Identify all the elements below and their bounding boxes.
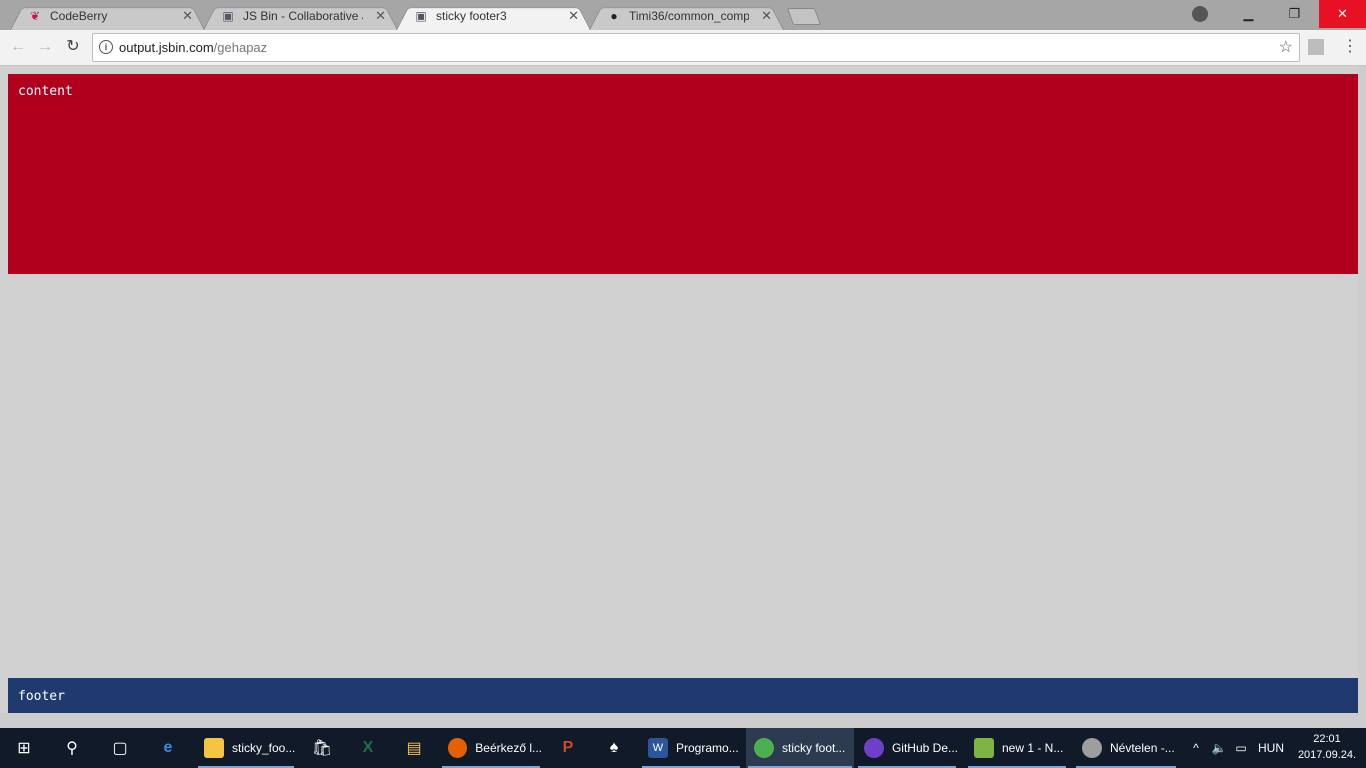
windows-taskbar: ⊞ ⚲ ▢ e sticky_foo... 🛍 X ▤ Beérkező l..… [0,728,1366,768]
task-view-button[interactable]: ▢ [98,728,142,768]
firefox-icon [448,738,468,758]
folder-icon [204,738,224,758]
footer-text: footer [18,689,65,704]
store-button[interactable]: 🛍 [300,728,344,768]
cards-icon: ♠ [609,739,619,756]
url-host: output.jsbin.com [119,40,214,55]
excel-icon: X [362,739,374,756]
extension-icon[interactable] [1308,39,1324,55]
chrome-icon [754,738,774,758]
kebab-menu-icon[interactable]: ⋮ [1342,38,1358,56]
close-icon: ✕ [1337,6,1348,21]
search-button[interactable]: ⚲ [50,728,94,768]
restore-button[interactable]: ❐ [1272,0,1317,28]
windows-logo-icon: ⊞ [17,740,31,757]
taskbar-app-github-desktop[interactable]: GitHub De... [856,728,958,768]
volume-icon[interactable]: 🔈 [1208,741,1230,755]
edge-button[interactable]: e [146,728,190,768]
start-button[interactable]: ⊞ [2,728,46,768]
clock-time: 22:01 [1313,733,1341,745]
powerpoint-icon: P [562,739,574,756]
info-icon[interactable]: i [99,40,113,54]
address-bar[interactable]: i output.jsbin.com/gehapaz ☆ [92,33,1300,62]
jsbin-icon: ▣ [415,9,427,23]
taskbar-app-word[interactable]: W Programo... [640,728,742,768]
chevron-up-icon[interactable]: ^ [1188,741,1204,755]
taskbar-app-label: Névtelen -... [1110,741,1175,755]
github-icon: ● [610,9,618,23]
taskbar-app-firefox[interactable]: Beérkező l... [440,728,542,768]
clock-date: 2017.09.24. [1297,749,1357,761]
system-tray: ^ 🔈 ▭ HUN [1188,728,1284,768]
vertical-scrollbar[interactable] [1358,66,1366,728]
content-block: content [8,74,1358,274]
url-path: /gehapaz [213,40,268,55]
taskbar-app-label: Beérkező l... [475,741,542,755]
clock[interactable]: 22:01 2017.09.24. [1296,731,1358,763]
tab-title: sticky footer3 [436,9,507,23]
store-icon: 🛍 [311,740,333,757]
close-tab-icon[interactable]: ✕ [375,8,386,24]
edge-icon: e [163,739,173,756]
address-url: output.jsbin.com/gehapaz [119,40,267,55]
minimize-button[interactable]: ▁ [1226,0,1271,28]
notepadpp-icon [974,738,994,758]
solitaire-button[interactable]: ♠ [592,728,636,768]
content-text: content [18,84,73,99]
task-view-icon: ▢ [112,740,128,757]
reload-icon[interactable]: ↻ [64,38,82,56]
taskbar-app-notepadpp[interactable]: new 1 - N... [966,728,1068,768]
taskbar-app-label: new 1 - N... [1002,741,1064,755]
close-tab-icon[interactable]: ✕ [761,8,772,24]
taskbar-app-label: sticky_foo... [232,741,296,755]
back-arrow-icon[interactable]: ← [9,38,27,56]
minimize-icon: ▁ [1243,6,1254,21]
horizontal-scrollbar[interactable] [0,713,1366,728]
restore-icon: ❐ [1288,6,1301,21]
browser-toolbar: ← → ↻ i output.jsbin.com/gehapaz ☆ ⋮ [0,30,1366,66]
tab-sticky-footer[interactable]: ▣ sticky footer3 ✕ [396,3,591,30]
github-desktop-icon [864,738,884,758]
tab-title: JS Bin - Collaborative Jav [243,9,363,23]
page-viewport: content footer [0,66,1366,728]
taskbar-app-paint[interactable]: Névtelen -... [1074,728,1178,768]
documents-icon: ▤ [406,740,422,757]
taskbar-app-explorer[interactable]: sticky_foo... [196,728,296,768]
word-icon: W [648,738,668,758]
bookmark-star-icon[interactable]: ☆ [1279,37,1293,57]
taskbar-app-label: GitHub De... [891,741,958,755]
new-tab-button[interactable] [786,8,822,25]
close-tab-icon[interactable]: ✕ [182,8,193,24]
battery-icon[interactable]: ▭ [1230,741,1252,755]
excel-button[interactable]: X [346,728,390,768]
tab-strip: ❦ CodeBerry ✕ ▣ JS Bin - Collaborative J… [0,0,1366,30]
taskbar-app-label: sticky foot... [782,741,846,755]
jsbin-icon: ▣ [222,9,234,23]
close-window-button[interactable]: ✕ [1319,0,1366,28]
close-tab-icon[interactable]: ✕ [568,8,579,24]
taskbar-app-chrome[interactable]: sticky foot... [746,728,854,768]
tab-codeberry[interactable]: ❦ CodeBerry ✕ [10,3,205,30]
tab-jsbin[interactable]: ▣ JS Bin - Collaborative Jav ✕ [203,3,398,30]
taskbar-app-label: Programo... [676,741,739,755]
tab-title: Timi36/common_compo [629,9,749,23]
profile-icon[interactable] [1192,6,1208,22]
powerpoint-button[interactable]: P [546,728,590,768]
paint-icon [1082,738,1102,758]
tab-github[interactable]: ● Timi36/common_compo ✕ [589,3,784,30]
tab-title: CodeBerry [50,9,108,23]
files-button[interactable]: ▤ [392,728,436,768]
forward-arrow-icon[interactable]: → [36,38,54,56]
language-indicator[interactable]: HUN [1258,741,1284,755]
codeberry-icon: ❦ [29,9,41,23]
search-icon: ⚲ [66,740,78,757]
